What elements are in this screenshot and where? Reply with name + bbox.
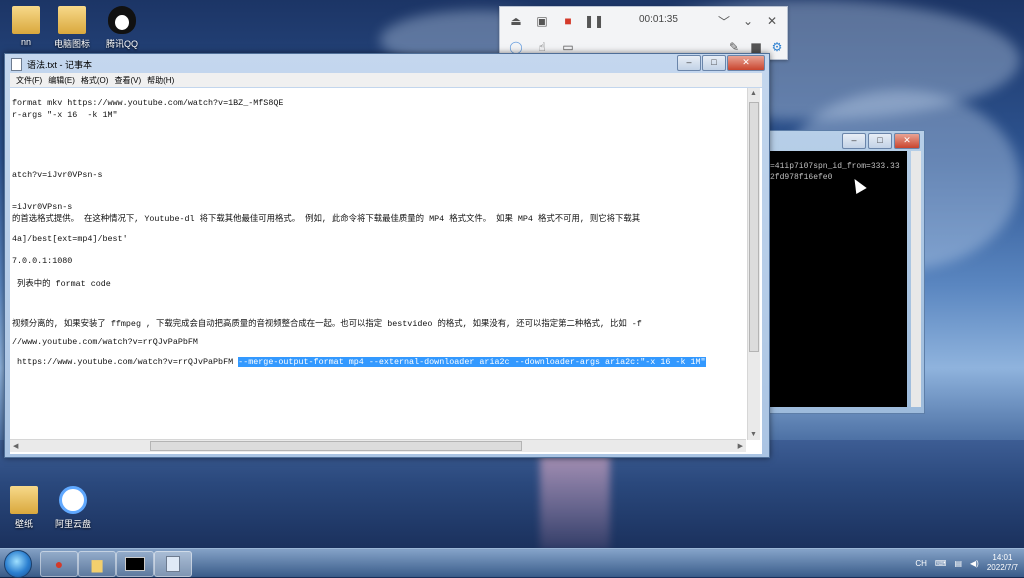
scroll-left-arrow-icon[interactable]: ◀ [13, 442, 18, 450]
system-tray: CH ⌨ ▤ ◀) 14:01 2022/7/7 [915, 551, 1018, 575]
text-line: =iJvr0VPsn-s [12, 202, 72, 212]
settings-gear-icon[interactable]: ⚙ [767, 38, 787, 56]
close-button[interactable]: ✕ [894, 133, 920, 149]
text-line: 列表中的 format code [12, 277, 111, 289]
horizontal-scrollbar[interactable]: ◀ ▶ [10, 439, 746, 452]
notepad-window: 语法.txt - 记事本 – □ ✕ 文件(F) 编辑(E) 格式(O) 查看(… [4, 53, 770, 458]
text-line: atch?v=iJvr0VPsn-s [12, 170, 102, 180]
cloud-drive-icon [59, 486, 87, 514]
clock[interactable]: 14:01 2022/7/7 [987, 553, 1018, 573]
text-line: 的首选格式提供。 在这种情况下, Youtube-dl 将下载其他最佳可用格式。… [12, 212, 640, 224]
minimize-icon[interactable]: ﹀ [714, 12, 734, 30]
text-line: 7.0.0.1:1080 [12, 256, 72, 266]
recorder-app-icon: ● [54, 556, 64, 572]
text-line-content: 7.0.0.1:1080 [12, 256, 73, 266]
cmd-icon [125, 557, 145, 571]
text-line: 4a]/best[ext=mp4]/best' [12, 234, 128, 244]
text-line: r-args "-x 16 -k 1M" [12, 110, 118, 120]
notepad-doc-icon [11, 57, 22, 71]
menu-file[interactable]: 文件(F) [16, 75, 42, 86]
console-scrollbar[interactable] [911, 151, 921, 407]
window-title-bar: 语法.txt - 记事本 [11, 57, 92, 71]
menu-help[interactable]: 帮助(H) [147, 75, 174, 86]
language-indicator[interactable]: CH [915, 559, 927, 568]
selected-text: --merge-output-format mp4 --external-dow… [238, 357, 706, 367]
text-line: https://www.youtube.com/watch?v=rrQJvPaP… [12, 357, 706, 367]
menu-view[interactable]: 查看(V) [114, 75, 141, 86]
folder-icon [10, 486, 38, 514]
window-title: 语法.txt - 记事本 [27, 59, 92, 70]
start-button[interactable] [4, 550, 32, 578]
user-folder-icon [12, 6, 40, 34]
stop-icon[interactable]: ■ [558, 12, 578, 30]
editor-text-area[interactable]: format mkv https://www.youtube.com/watch… [10, 88, 758, 438]
text-line-content: 列表中的 format code [12, 279, 111, 289]
minimize-button[interactable]: – [677, 55, 701, 71]
taskbar: ● ▆ CH ⌨ ▤ ◀) 14:01 2022/7/7 [0, 548, 1024, 578]
scroll-up-arrow-icon[interactable]: ▲ [750, 90, 757, 97]
scroll-thumb[interactable] [749, 102, 759, 352]
close-icon[interactable]: ✕ [762, 12, 782, 30]
maximize-button[interactable]: □ [702, 55, 726, 71]
text-line-content: https://www.youtube.com/watch?v=rrQJvPaP… [12, 357, 239, 367]
desktop-icon-aliyun[interactable]: 阿里云盘 [41, 486, 105, 530]
text-line-content: atch?v=iJvr0VPsn-s [12, 170, 103, 180]
moon-reflection [540, 455, 610, 550]
taskbar-app-cmd[interactable] [116, 551, 154, 577]
text-line-content: 4a]/best[ext=mp4]/best' [12, 234, 128, 244]
text-editor[interactable]: format mkv https://www.youtube.com/watch… [10, 88, 762, 454]
taskbar-app-recorder[interactable]: ● [40, 551, 78, 577]
desktop-icon-label: 腾讯QQ [105, 39, 138, 49]
menu-edit[interactable]: 编辑(E) [48, 75, 75, 86]
desktop-icon-qq[interactable]: 腾讯QQ [90, 6, 154, 50]
text-line-content: 视频分离的, 如果安装了 ffmpeg , 下载完成会自动把高质量的音视频整合成… [12, 319, 642, 329]
eject-icon[interactable]: ⏏ [506, 12, 526, 30]
console-line: 2fd978f16efe0 [770, 173, 833, 182]
console-window[interactable]: – □ ✕ =41ip7i07spn_id_from=333.33 2fd978f… [758, 130, 925, 414]
menu-bar: 文件(F) 编辑(E) 格式(O) 查看(V) 帮助(H) [10, 73, 762, 87]
keyboard-icon[interactable]: ⌨ [935, 559, 947, 568]
camera-icon[interactable]: ▣ [532, 12, 552, 30]
clock-date: 2022/7/7 [986, 563, 1018, 572]
clock-time: 14:01 [992, 553, 1013, 562]
vertical-scrollbar[interactable]: ▲ ▼ [747, 88, 760, 440]
text-line-content: format mkv https://www.youtube.com/watch… [12, 98, 284, 108]
volume-icon[interactable]: ◀) [970, 559, 979, 568]
desktop-icon-label: 阿里云盘 [54, 519, 91, 529]
taskbar-app-explorer[interactable]: ▆ [78, 551, 116, 577]
text-line-content: =iJvr0VPsn-s [12, 202, 73, 212]
folder-icon [58, 6, 86, 34]
scroll-down-arrow-icon[interactable]: ▼ [750, 431, 757, 438]
text-line: format mkv https://www.youtube.com/watch… [12, 98, 283, 108]
collapse-icon[interactable]: ⌄ [738, 12, 758, 30]
scroll-right-arrow-icon[interactable]: ▶ [738, 442, 743, 450]
text-line: 视频分离的, 如果安装了 ffmpeg , 下载完成会自动把高质量的音视频整合成… [12, 317, 642, 329]
text-line-content: //www.youtube.com/watch?v=rrQJvPaPbFM [12, 337, 198, 347]
text-line-content: r-args "-x 16 -k 1M" [12, 110, 118, 120]
notepad-icon [166, 556, 180, 572]
scroll-thumb[interactable] [150, 441, 522, 451]
pause-icon[interactable]: ❚❚ [584, 12, 604, 30]
text-line: //www.youtube.com/watch?v=rrQJvPaPbFM [12, 337, 198, 347]
qq-penguin-icon [108, 6, 136, 34]
recording-timer: 00:01:35 [639, 14, 678, 25]
maximize-button[interactable]: □ [868, 133, 892, 149]
screen-recorder-toolbar: ⏏ ▣ ■ ❚❚ 00:01:35 ﹀ ⌄ ✕ ◯ ☝ ▭ ✎ ▆ ⚙ [499, 6, 788, 60]
network-icon[interactable]: ▤ [954, 559, 962, 568]
minimize-button[interactable]: – [842, 133, 866, 149]
console-line: =41ip7i07spn_id_from=333.33 [770, 162, 900, 171]
taskbar-app-notepad[interactable] [154, 551, 192, 577]
menu-format[interactable]: 格式(O) [81, 75, 109, 86]
text-line-content: 的首选格式提供。 在这种情况下, Youtube-dl 将下载其他最佳可用格式。… [12, 214, 641, 224]
console-output: =41ip7i07spn_id_from=333.33 2fd978f16efe0 [767, 151, 907, 407]
explorer-folder-icon: ▆ [91, 555, 103, 572]
close-button[interactable]: ✕ [727, 55, 765, 71]
